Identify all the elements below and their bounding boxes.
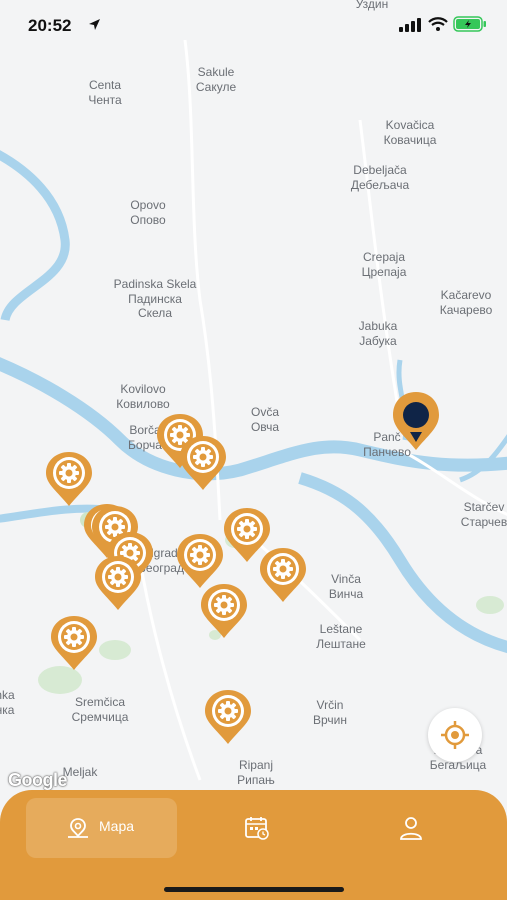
signal-icon xyxy=(399,18,421,32)
place-label: Meljak xyxy=(63,765,98,780)
place-label: Vinča Винча xyxy=(329,572,363,601)
place-label-line: нка xyxy=(0,702,15,717)
place-label-line: Sremčica xyxy=(74,695,126,709)
battery-icon xyxy=(453,16,486,32)
service-location-pin[interactable] xyxy=(44,450,94,508)
place-label: Vrčin Врчин xyxy=(313,698,347,727)
location-arrow-icon xyxy=(89,19,100,30)
place-label: Debeljača Дебељача xyxy=(351,163,409,192)
place-label: Kovačica Ковачица xyxy=(384,118,437,147)
place-label-line: Опово xyxy=(130,212,166,227)
locate-me-button[interactable] xyxy=(428,708,482,762)
park xyxy=(99,640,131,660)
place-label: Ovča Овча xyxy=(251,405,279,434)
place-label-line: Ovča xyxy=(250,405,280,419)
place-label-line: Jabuka xyxy=(358,319,398,333)
place-label-line: Vrčin xyxy=(316,698,344,712)
status-bar: 20:52 xyxy=(0,0,507,50)
tab-map-label: Mapa xyxy=(99,818,135,834)
service-location-pin[interactable] xyxy=(203,688,253,746)
wifi-icon xyxy=(428,17,448,31)
place-label-line: Јабука xyxy=(359,333,397,348)
place-label-line: Vinča xyxy=(331,572,361,586)
park xyxy=(476,596,504,614)
place-label-line: Црепаја xyxy=(361,264,407,279)
place-label-line: nka xyxy=(0,688,15,702)
home-indicator xyxy=(164,887,344,892)
place-label-line: Рипањ xyxy=(237,772,275,787)
service-location-pin[interactable] xyxy=(178,434,228,492)
place-label-line: Врчин xyxy=(313,712,347,727)
place-label-line: Debeljača xyxy=(353,163,407,177)
place-label: Kovilovo Ковилово xyxy=(116,382,169,411)
place-label-line: Ковилово xyxy=(116,396,170,411)
place-label-line: Meljak xyxy=(62,765,98,779)
google-logo: Google xyxy=(8,770,68,790)
place-label: Starčev Старчев xyxy=(461,500,507,529)
place-label-line: Crepaja xyxy=(362,250,406,264)
place-label-line: Падинска xyxy=(128,291,182,306)
place-label-line: Centa xyxy=(88,78,122,92)
place-label: Ripanj Рипањ xyxy=(237,758,275,787)
place-label-line: Starčev xyxy=(463,500,505,514)
place-label-line: Сакуле xyxy=(195,79,237,94)
place-label-line: Скела xyxy=(137,306,172,320)
tab-appointments[interactable] xyxy=(230,798,284,858)
place-label-line: Дебељача xyxy=(350,177,410,192)
place-label: Sakule Сакуле xyxy=(196,65,236,94)
place-label: Jabuka Јабука xyxy=(359,319,398,348)
place-label: Opovo Опово xyxy=(130,198,165,227)
place-label-line: Kovačica xyxy=(385,118,435,132)
place-label-line: Padinska Skela xyxy=(113,277,197,291)
service-location-pin[interactable] xyxy=(93,554,143,612)
place-label-line: Leštane xyxy=(319,622,363,636)
place-label-line: Ковачица xyxy=(383,132,437,147)
place-label: nkaнка xyxy=(0,688,15,717)
profile-icon xyxy=(400,817,422,840)
place-label-line: Старчев xyxy=(460,514,507,529)
place-label: Crepaja Црепаја xyxy=(362,250,407,279)
place-label-line: Качарево xyxy=(439,302,493,317)
place-label-line: Opovo xyxy=(130,198,166,212)
place-label-line: Лештане xyxy=(316,636,366,651)
map-pin-icon xyxy=(68,818,88,838)
place-label-line: Винча xyxy=(328,586,364,601)
place-label-line: Чента xyxy=(88,92,122,107)
place-label-line: Kačarevo xyxy=(440,288,492,302)
clock: 20:52 xyxy=(28,16,72,35)
selected-location-pin[interactable] xyxy=(390,390,442,452)
place-label: Leštane Лештане xyxy=(316,622,366,651)
place-label-line: Овча xyxy=(250,419,280,434)
place-label: Padinska Skela Падинска Скела xyxy=(114,277,197,321)
calendar-icon xyxy=(245,817,269,840)
service-location-pin[interactable] xyxy=(49,614,99,672)
place-label: Kačarevo Качарево xyxy=(440,288,493,317)
service-location-pin[interactable] xyxy=(258,546,308,604)
place-label: Sremčica Сремчица xyxy=(72,695,129,724)
bottom-tab-bar: Mapa xyxy=(0,790,507,900)
place-label: Centa Чента xyxy=(88,78,121,107)
place-label-line: Kovilovo xyxy=(120,382,166,396)
place-label-line: Сремчица xyxy=(71,709,129,724)
place-label-line: Ripanj xyxy=(238,758,274,772)
target-icon xyxy=(441,721,469,749)
place-label-line: Sakule xyxy=(197,65,235,79)
tab-map[interactable]: Mapa xyxy=(26,798,177,858)
service-location-pin[interactable] xyxy=(199,582,249,640)
tab-profile[interactable] xyxy=(384,798,438,858)
